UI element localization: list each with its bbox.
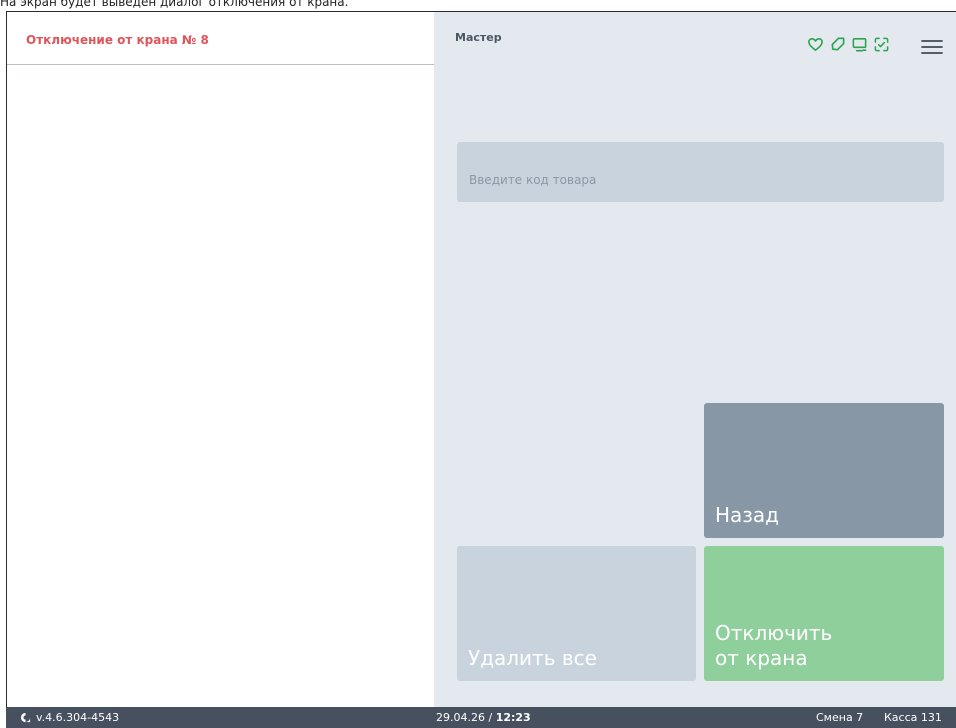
heart-icon[interactable]	[807, 36, 824, 53]
date-text: 29.04.26	[436, 711, 485, 724]
disconnect-from-tap-button[interactable]: Отключить от крана	[704, 546, 944, 681]
datetime-separator: /	[484, 711, 496, 724]
left-panel-header: Отключение от крана № 8	[7, 12, 434, 65]
product-code-input[interactable]	[457, 142, 944, 202]
delete-all-button[interactable]: Удалить все	[457, 546, 696, 681]
cashbox-info: Касса 131	[884, 711, 942, 724]
back-button-label: Назад	[715, 503, 780, 527]
mode-label: Мастер	[455, 31, 502, 44]
disconnect-button-label: Отключить от крана	[715, 621, 833, 670]
version-text: v.4.6.304-4543	[36, 711, 120, 724]
scan-check-icon[interactable]	[873, 36, 890, 53]
page-caption: На экран будет выведен диалог отключения…	[0, 0, 349, 9]
tag-icon[interactable]	[829, 36, 846, 53]
shift-info: Смена 7	[816, 711, 864, 724]
dialog-title: Отключение от крана № 8	[26, 33, 209, 47]
status-icons	[807, 36, 890, 53]
app-logo-icon	[20, 712, 31, 723]
status-bar: v.4.6.304-4543 29.04.26 / 12:23 Смена 7 …	[6, 707, 956, 728]
time-text: 12:23	[495, 711, 531, 724]
version-info: v.4.6.304-4543	[20, 711, 119, 724]
monitor-icon[interactable]	[851, 36, 868, 53]
pos-window: Отключение от крана № 8 Мастер Введите к…	[6, 11, 956, 707]
back-button[interactable]: Назад	[704, 403, 944, 538]
datetime: 29.04.26 / 12:23	[436, 711, 531, 724]
right-panel: Мастер Назад	[434, 12, 956, 707]
left-panel: Отключение от крана № 8	[7, 12, 434, 707]
hamburger-menu-icon[interactable]	[921, 39, 943, 55]
delete-all-button-label: Удалить все	[468, 646, 597, 670]
